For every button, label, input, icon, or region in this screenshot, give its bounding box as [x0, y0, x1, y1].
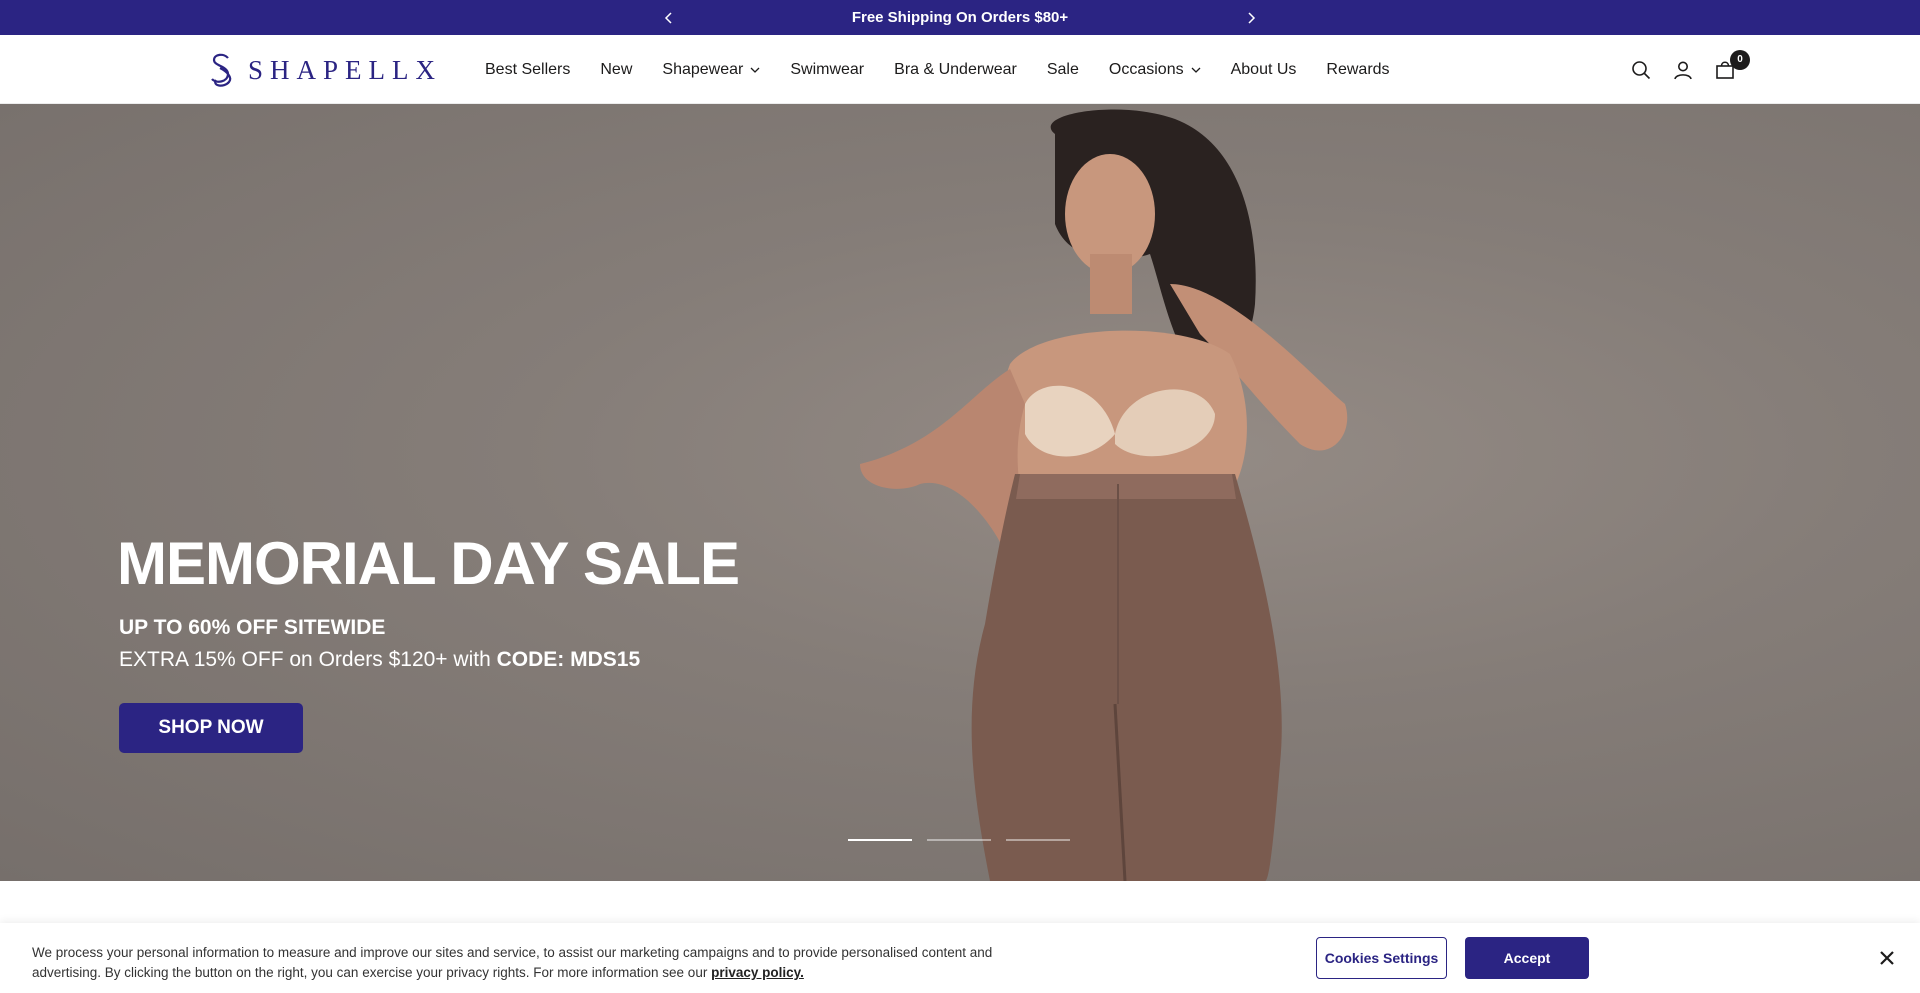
announcement-text[interactable]: Free Shipping On Orders $80+	[0, 0, 1920, 35]
nav-sale[interactable]: Sale	[1047, 61, 1079, 79]
announcement-next-button[interactable]	[1236, 0, 1266, 35]
hero-model-image	[860, 109, 1348, 881]
nav-new[interactable]: New	[600, 61, 632, 79]
logo-wordmark: SHAPELLX	[248, 55, 443, 85]
chevron-down-icon	[1191, 65, 1201, 75]
nav-label: Occasions	[1108, 60, 1184, 78]
nav-best-sellers[interactable]: Best Sellers	[485, 61, 570, 79]
close-icon[interactable]	[1876, 947, 1898, 969]
nav-swimwear[interactable]: Swimwear	[790, 61, 864, 79]
hero-code-prefix: EXTRA 15% OFF on Orders $120+ with	[119, 648, 497, 671]
chevron-down-icon	[750, 65, 760, 75]
cart-icon[interactable]: 0	[1714, 49, 1750, 81]
privacy-policy-link[interactable]: privacy policy.	[711, 965, 804, 980]
nav-label: New	[600, 60, 633, 78]
nav-label: Shapewear	[662, 60, 744, 78]
hero-title: MEMORIAL DAY SALE	[117, 530, 740, 597]
cookie-banner: We process your personal information to …	[0, 923, 1920, 993]
cookies-settings-button[interactable]: Cookies Settings	[1316, 937, 1447, 979]
hero-subtitle-code: EXTRA 15% OFF on Orders $120+ with CODE:…	[119, 646, 640, 674]
main-nav: Best Sellers New Shapewear Swimwear Bra …	[485, 35, 1420, 104]
nav-label: Best Sellers	[485, 60, 571, 78]
nav-occasions[interactable]: Occasions	[1109, 61, 1201, 79]
carousel-dot-2[interactable]	[927, 839, 991, 841]
nav-label: Rewards	[1326, 60, 1390, 78]
hero-promo-code: CODE: MDS15	[496, 648, 641, 671]
nav-bra-underwear[interactable]: Bra & Underwear	[894, 61, 1017, 79]
hero-banner[interactable]: MEMORIAL DAY SALE UP TO 60% OFF SITEWIDE…	[0, 104, 1920, 881]
logo-mark-icon	[211, 53, 232, 87]
header-actions: 0	[1610, 35, 1750, 104]
carousel-dot-1[interactable]	[848, 839, 912, 841]
nav-about-us[interactable]: About Us	[1231, 61, 1297, 79]
nav-label: Swimwear	[790, 60, 865, 78]
nav-label: About Us	[1230, 60, 1297, 78]
nav-shapewear[interactable]: Shapewear	[662, 61, 760, 79]
cookie-message-text: We process your personal information to …	[32, 945, 993, 980]
site-logo[interactable]: SHAPELLX	[204, 52, 442, 88]
announcement-bar: Free Shipping On Orders $80+	[0, 0, 1920, 35]
carousel-indicators	[848, 839, 1085, 841]
shop-now-button[interactable]: SHOP NOW	[119, 703, 303, 753]
nav-rewards[interactable]: Rewards	[1326, 61, 1389, 79]
cookie-message: We process your personal information to …	[32, 943, 1032, 983]
search-icon[interactable]	[1630, 59, 1652, 81]
chevron-right-icon	[1248, 11, 1256, 24]
hero-subtitle-discount: UP TO 60% OFF SITEWIDE	[119, 616, 386, 639]
accept-cookies-button[interactable]: Accept	[1465, 937, 1589, 979]
nav-label: Sale	[1046, 60, 1079, 78]
nav-label: Bra & Underwear	[894, 60, 1017, 78]
site-header: SHAPELLX Best Sellers New Shapewear Swim…	[0, 35, 1920, 104]
carousel-dot-3[interactable]	[1006, 839, 1070, 841]
account-icon[interactable]	[1672, 59, 1694, 81]
cart-count-badge: 0	[1730, 49, 1750, 70]
